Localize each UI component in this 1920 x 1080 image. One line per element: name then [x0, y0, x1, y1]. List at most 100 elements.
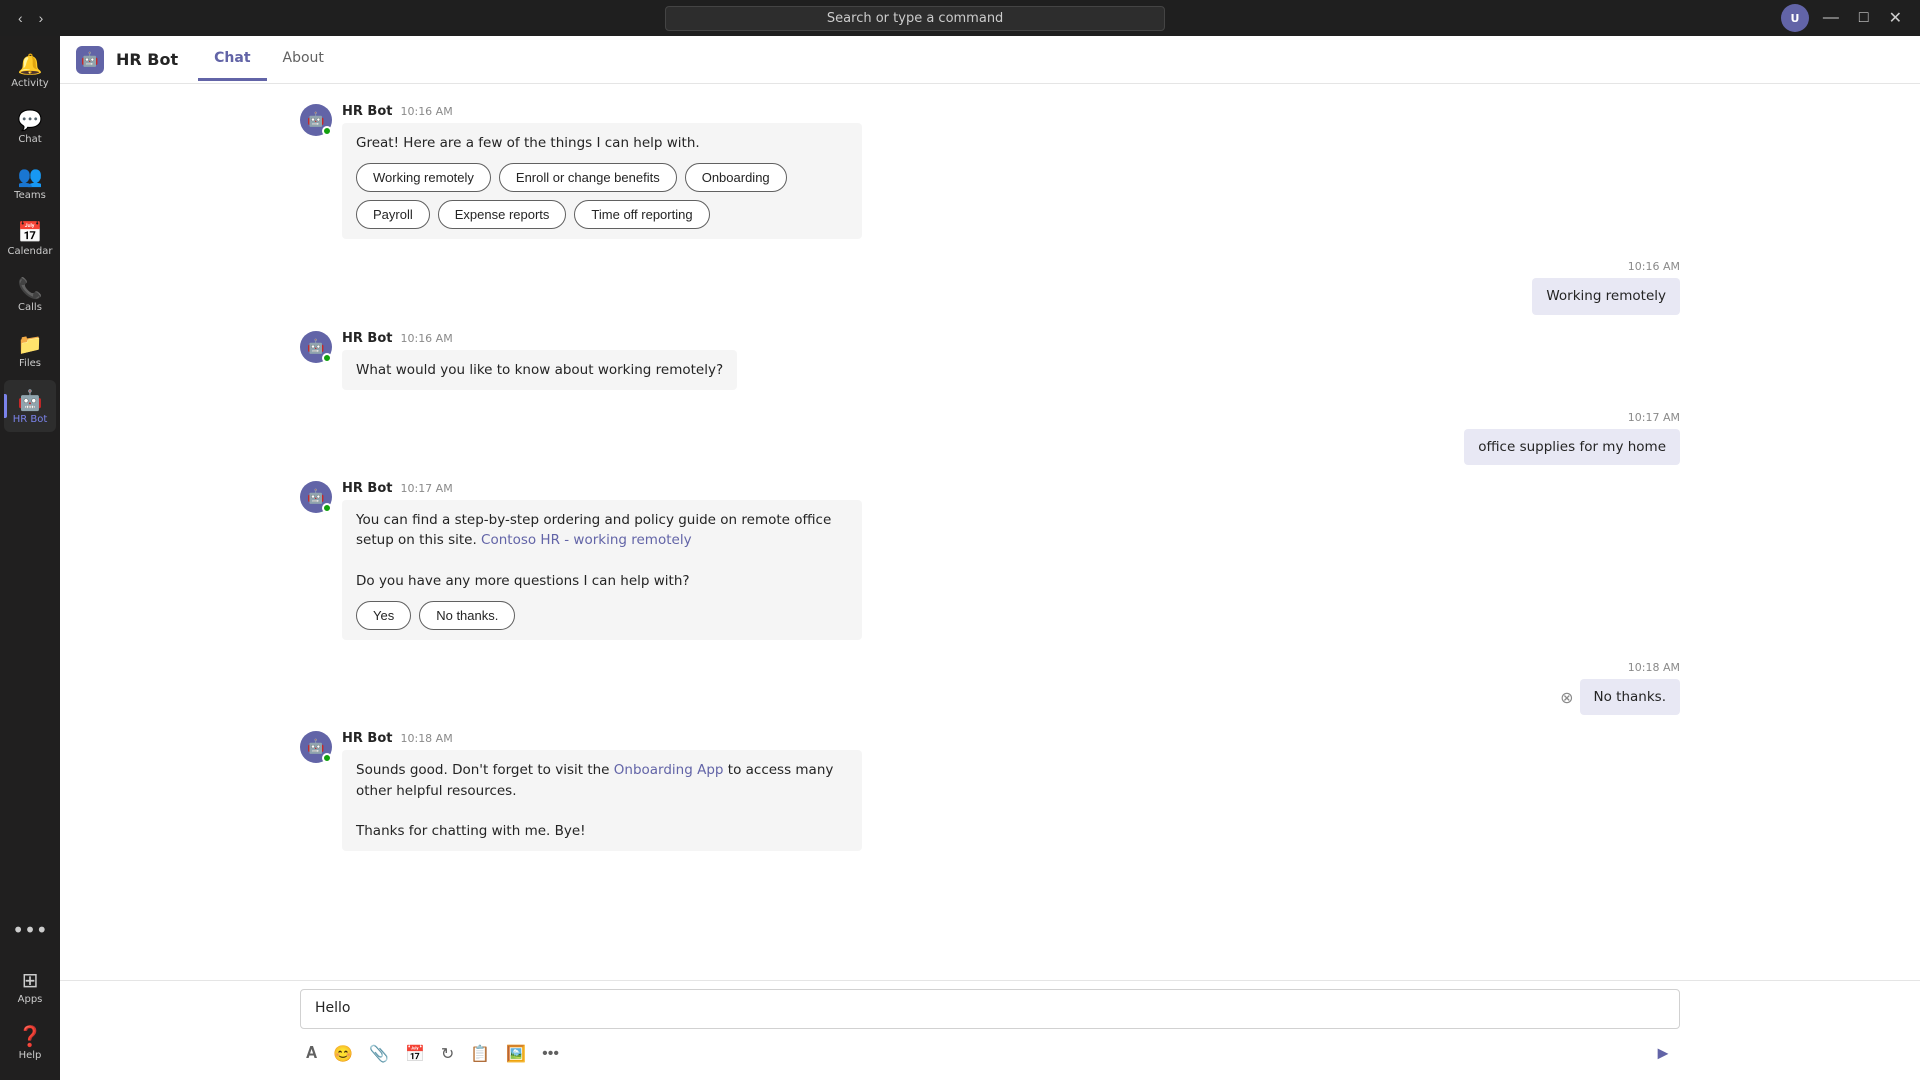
titlebar-left: ‹ ›	[12, 8, 49, 28]
contoso-link[interactable]: Contoso HR - working remotely	[481, 532, 692, 548]
close-button[interactable]: ✕	[1883, 8, 1908, 28]
tab-chat[interactable]: Chat	[198, 38, 266, 81]
sidebar-label-activity: Activity	[11, 78, 48, 89]
forward-button[interactable]: ›	[33, 8, 50, 28]
bot-avatar-3: 🤖	[300, 481, 332, 513]
input-toolbar: 𝐀 😊 📎 📅 ↻ 📋 🖼️ ••• ►	[300, 1035, 1680, 1072]
sidebar-label-chat: Chat	[18, 134, 41, 145]
emoji-button[interactable]: 😊	[327, 1040, 359, 1068]
sidebar-item-files[interactable]: 📁 Files	[4, 324, 56, 376]
message-bubble: Great! Here are a few of the things I ca…	[342, 123, 862, 239]
sidebar-item-help[interactable]: ❓ Help	[4, 1016, 56, 1068]
hrbot-icon: 🤖	[18, 388, 43, 412]
help-icon: ❓	[18, 1024, 43, 1048]
message-text-7a: Sounds good. Don't forget to visit the	[356, 762, 614, 778]
sidebar-item-teams[interactable]: 👥 Teams	[4, 156, 56, 208]
sidebar-item-activity[interactable]: 🔔 Activity	[4, 44, 56, 96]
message-row-5: 🤖 HR Bot 10:17 AM You can find a step-by…	[300, 481, 1680, 640]
sidebar-label-calendar: Calendar	[8, 246, 53, 257]
bot-avatar-4: 🤖	[300, 731, 332, 763]
sidebar-label-hrbot: HR Bot	[13, 414, 48, 425]
image-button[interactable]: 🖼️	[500, 1040, 532, 1068]
bot-icon: 🤖	[76, 46, 104, 74]
format-button[interactable]: 𝐀	[300, 1041, 323, 1067]
apps-icon: ⊞	[22, 968, 39, 992]
sidebar-label-files: Files	[19, 358, 41, 369]
tab-about[interactable]: About	[267, 38, 340, 81]
sidebar-item-calls[interactable]: 📞 Calls	[4, 268, 56, 320]
message-row-3: 🤖 HR Bot 10:16 AM What would you like to…	[300, 331, 1680, 390]
app-tabs: Chat About	[198, 38, 340, 81]
sidebar-label-apps: Apps	[18, 994, 43, 1005]
reaction-icon[interactable]: ⊗	[1560, 688, 1573, 707]
sender-name-3: HR Bot	[342, 331, 392, 346]
message-timestamp-7: 10:18 AM	[400, 732, 452, 745]
sender-name: HR Bot	[342, 104, 392, 119]
message-text: Great! Here are a few of the things I ca…	[356, 135, 700, 151]
delivery-button[interactable]: 📋	[464, 1040, 496, 1068]
user-message-row: 10:16 AM Working remotely	[300, 255, 1680, 314]
suggestion-no-thanks[interactable]: No thanks.	[419, 601, 515, 630]
suggestion-expense-reports[interactable]: Expense reports	[438, 200, 567, 229]
suggestion-enroll-benefits[interactable]: Enroll or change benefits	[499, 163, 677, 192]
loop-button[interactable]: ↻	[435, 1040, 460, 1068]
titlebar-nav: ‹ ›	[12, 8, 49, 28]
back-button[interactable]: ‹	[12, 8, 29, 28]
message-content-7: HR Bot 10:18 AM Sounds good. Don't forge…	[342, 731, 862, 851]
user-timestamp-2: 10:17 AM	[1628, 411, 1680, 424]
user-message-content: 10:16 AM Working remotely	[1532, 255, 1680, 314]
calls-icon: 📞	[18, 276, 43, 300]
message-bubble-5: You can find a step-by-step ordering and…	[342, 500, 862, 640]
message-content-5: HR Bot 10:17 AM You can find a step-by-s…	[342, 481, 862, 640]
chat-icon: 💬	[18, 108, 43, 132]
schedule-button[interactable]: 📅	[399, 1040, 431, 1068]
sender-name-7: HR Bot	[342, 731, 392, 746]
status-dot-4	[322, 753, 332, 763]
message-text-7c: Thanks for chatting with me. Bye!	[356, 823, 586, 839]
status-dot	[322, 126, 332, 136]
search-bar[interactable]: Search or type a command	[665, 6, 1165, 31]
message-text-5b: Do you have any more questions I can hel…	[356, 573, 690, 589]
titlebar-right: U — □ ✕	[1781, 4, 1908, 32]
user-timestamp-3: 10:18 AM	[1628, 661, 1680, 674]
app-title: HR Bot	[116, 50, 178, 69]
suggestion-payroll[interactable]: Payroll	[356, 200, 430, 229]
no-thanks-with-reaction: ⊗ No thanks.	[1560, 679, 1680, 715]
suggestion-buttons: Working remotely Enroll or change benefi…	[356, 163, 848, 229]
message-text-3: What would you like to know about workin…	[356, 362, 723, 378]
sidebar-item-apps[interactable]: ⊞ Apps	[4, 960, 56, 1012]
user-meta: 10:16 AM	[1532, 255, 1680, 274]
suggestion-onboarding[interactable]: Onboarding	[685, 163, 787, 192]
message-input[interactable]: Hello	[300, 989, 1680, 1029]
user-message-row-2: 10:17 AM office supplies for my home	[300, 406, 1680, 465]
sidebar-label-teams: Teams	[14, 190, 46, 201]
sender-name-5: HR Bot	[342, 481, 392, 496]
more-options-button[interactable]: •••	[536, 1041, 565, 1067]
sidebar-item-calendar[interactable]: 📅 Calendar	[4, 212, 56, 264]
app-body: 🔔 Activity 💬 Chat 👥 Teams 📅 Calendar 📞 C…	[0, 36, 1920, 1080]
attach-button[interactable]: 📎	[363, 1040, 395, 1068]
bot-avatar-2: 🤖	[300, 331, 332, 363]
suggestion-yes[interactable]: Yes	[356, 601, 411, 630]
sidebar-item-hrbot[interactable]: 🤖 HR Bot	[4, 380, 56, 432]
message-bubble-3: What would you like to know about workin…	[342, 350, 737, 390]
active-indicator	[4, 394, 7, 418]
suggestion-working-remotely[interactable]: Working remotely	[356, 163, 491, 192]
message-timestamp-3: 10:16 AM	[400, 332, 452, 345]
sidebar-label-help: Help	[19, 1050, 42, 1061]
chat-area: 🤖 HR Bot 10:16 AM Great! Here are a few …	[60, 84, 1920, 980]
sidebar-item-more[interactable]: •••	[4, 904, 56, 956]
teams-icon: 👥	[18, 164, 43, 188]
message-meta: HR Bot 10:16 AM	[342, 104, 862, 119]
onboarding-app-link[interactable]: Onboarding App	[614, 762, 724, 778]
sidebar-item-chat[interactable]: 💬 Chat	[4, 100, 56, 152]
suggestion-time-off[interactable]: Time off reporting	[574, 200, 709, 229]
user-message-row-3: 10:18 AM ⊗ No thanks.	[300, 656, 1680, 715]
minimize-button[interactable]: —	[1817, 9, 1845, 27]
no-thanks-container: 10:18 AM ⊗ No thanks.	[1560, 656, 1680, 715]
send-button[interactable]: ►	[1646, 1039, 1680, 1068]
maximize-button[interactable]: □	[1853, 9, 1875, 27]
message-meta-3: HR Bot 10:16 AM	[342, 331, 737, 346]
bot-avatar: 🤖	[300, 104, 332, 136]
titlebar-center: Search or type a command	[49, 6, 1781, 31]
